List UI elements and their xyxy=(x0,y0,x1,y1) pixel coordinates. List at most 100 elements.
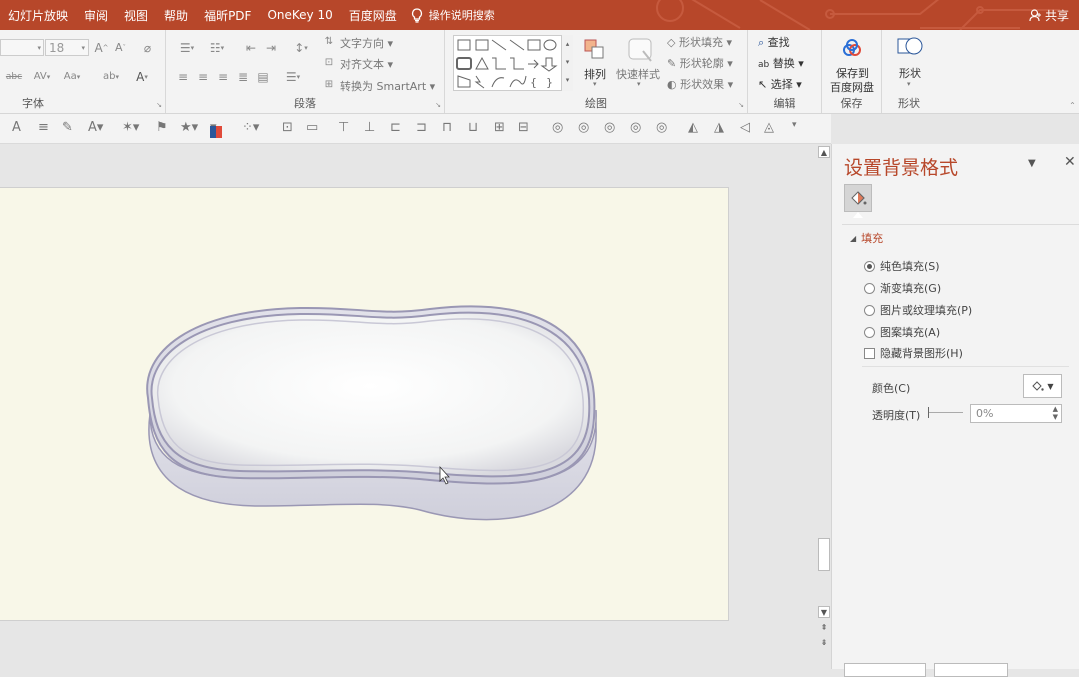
shape-outline-button[interactable]: ✎ 形状轮廓 ▾ xyxy=(667,55,733,71)
picture-fill-option[interactable]: 图片或纹理填充(P) xyxy=(864,302,972,318)
line-spacing-icon[interactable]: ↕ ▾ xyxy=(288,39,314,56)
align-left-icon[interactable]: ≡ xyxy=(174,68,192,85)
fill-tab-button[interactable] xyxy=(844,184,872,212)
share-button[interactable]: 共享 xyxy=(1029,0,1069,30)
star-icon[interactable]: ✶▾ xyxy=(122,120,139,135)
align-center-obj-icon[interactable]: ⊓ xyxy=(442,120,452,135)
spinner-icon[interactable]: ▲ ▼ xyxy=(1053,405,1058,421)
pattern-fill-option[interactable]: 图案填充(A) xyxy=(864,324,940,340)
reset-background-button[interactable] xyxy=(934,663,1008,677)
flip-v-icon[interactable]: ◮ xyxy=(714,120,724,135)
align-text-button[interactable]: 对齐文本 ▾ xyxy=(340,56,393,72)
find-button[interactable]: ⌕ 查找 xyxy=(758,34,790,50)
gradient-fill-option[interactable]: 渐变填充(G) xyxy=(864,280,941,296)
scroll-down-icon[interactable]: ▼ xyxy=(818,606,830,618)
dialog-launcher-icon[interactable]: ↘ xyxy=(155,101,163,109)
radio-gradient-fill[interactable] xyxy=(864,282,875,294)
format-painter-icon[interactable]: ✎ xyxy=(62,120,73,135)
rotate-right-icon[interactable]: ◬ xyxy=(764,120,774,135)
merge-subtract-icon[interactable]: ◎ xyxy=(656,120,667,135)
decrease-indent-icon[interactable]: ⇤ xyxy=(242,39,260,56)
animation-icon[interactable]: ⚑ xyxy=(156,120,168,135)
shape-fill-button[interactable]: ◇ 形状填充 ▾ xyxy=(667,34,732,50)
font-color-button[interactable]: A ▾ xyxy=(130,68,154,85)
align-icon[interactable]: ≡ xyxy=(38,120,49,135)
shape-effects-button[interactable]: ◐ 形状效果 ▾ xyxy=(667,76,733,92)
tab-onekey[interactable]: OneKey 10 xyxy=(259,8,340,22)
merge-union-icon[interactable]: ◎ xyxy=(552,120,563,135)
group-icon[interactable]: ⊟ xyxy=(518,120,529,135)
distribute-h-icon[interactable]: ⊔ xyxy=(468,120,478,135)
merge-combine-icon[interactable]: ◎ xyxy=(578,120,589,135)
shapes-button[interactable]: 形状 xyxy=(899,65,921,81)
numbering-icon[interactable]: ☷ ▾ xyxy=(204,39,230,56)
change-case-button[interactable]: Aa ▾ xyxy=(60,68,84,85)
apply-to-all-button[interactable] xyxy=(844,663,926,677)
smartart-button[interactable]: 转换为 SmartArt ▾ xyxy=(340,78,435,94)
text-effect-icon[interactable]: A▾ xyxy=(88,120,103,135)
highlight-icon[interactable]: ab ▾ xyxy=(98,68,124,85)
hide-background-checkbox[interactable] xyxy=(864,347,875,359)
star-fill-icon[interactable]: ★▾ xyxy=(180,120,198,135)
color-block-icon[interactable]: ▾ xyxy=(210,120,222,138)
scroll-up-icon[interactable]: ▲ xyxy=(818,146,830,158)
tab-slideshow[interactable]: 幻灯片放映 xyxy=(0,7,76,24)
increase-indent-icon[interactable]: ⇥ xyxy=(262,39,280,56)
color-picker-button[interactable]: ▼ xyxy=(1023,374,1062,398)
tab-baidu-netdisk[interactable]: 百度网盘 xyxy=(341,7,405,24)
scatter-icon[interactable]: ⁘▾ xyxy=(242,120,259,135)
grow-font-button[interactable]: A ^ xyxy=(94,39,109,56)
fill-section-header[interactable]: ◢ 填充 xyxy=(850,230,883,246)
more-tools-icon[interactable]: ▾ xyxy=(792,120,797,130)
collapse-ribbon-icon[interactable]: ⌃ xyxy=(1068,101,1077,110)
close-icon[interactable]: ✕ xyxy=(1064,154,1076,170)
solid-fill-option[interactable]: 纯色填充(S) xyxy=(864,258,940,274)
dialog-launcher-icon[interactable]: ↘ xyxy=(434,101,442,109)
strikethrough-button[interactable]: abc xyxy=(0,68,28,85)
vertical-scrollbar[interactable]: ▲ ▼ ⇞ ⇟ xyxy=(817,144,831,669)
flip-h-icon[interactable]: ◭ xyxy=(688,120,698,135)
transparency-input[interactable]: 0% ▲ ▼ xyxy=(970,404,1062,423)
justify-icon[interactable]: ≣ xyxy=(234,68,252,85)
bullets-icon[interactable]: ☰ ▾ xyxy=(174,39,200,56)
text-direction-button[interactable]: 文字方向 ▾ xyxy=(340,35,393,51)
shrink-font-button[interactable]: Aˇ xyxy=(113,39,128,56)
columns-icon[interactable]: ☰ ▾ xyxy=(280,68,306,85)
gallery-scroll[interactable]: ▴ ▾ ▾ xyxy=(561,35,573,91)
presenter-icon[interactable]: ⊡ xyxy=(282,120,293,135)
next-slide-icon[interactable]: ⇟ xyxy=(818,637,830,649)
tab-foxit-pdf[interactable]: 福昕PDF xyxy=(196,7,259,24)
italic-a-icon[interactable]: A xyxy=(12,120,21,135)
replace-button[interactable]: ab 替换 ▾ xyxy=(758,55,804,71)
tab-review[interactable]: 审阅 xyxy=(76,7,116,24)
scroll-thumb[interactable] xyxy=(818,538,830,571)
merge-intersect-icon[interactable]: ◎ xyxy=(630,120,641,135)
align-right-obj-icon[interactable]: ⊐ xyxy=(416,120,427,135)
tab-view[interactable]: 视图 xyxy=(116,7,156,24)
rotate-left-icon[interactable]: ◁ xyxy=(740,120,750,135)
align-center-icon[interactable]: ≡ xyxy=(194,68,212,85)
distributed-icon[interactable]: ▤ xyxy=(254,68,272,85)
align-top-icon[interactable]: ⊤ xyxy=(338,120,349,135)
shapes-gallery[interactable]: { } xyxy=(453,35,573,91)
align-left-obj-icon[interactable]: ⊏ xyxy=(390,120,401,135)
font-name-dropdown[interactable]: ▾ xyxy=(0,39,44,56)
distribute-v-icon[interactable]: ⊞ xyxy=(494,120,505,135)
pane-options-icon[interactable]: ▼ xyxy=(1028,158,1036,169)
transparency-slider[interactable] xyxy=(928,407,963,418)
char-spacing-button[interactable]: AV ▾ xyxy=(30,68,54,85)
radio-pattern-fill[interactable] xyxy=(864,326,875,338)
clear-format-icon[interactable]: ⌀ xyxy=(139,39,156,56)
prev-slide-icon[interactable]: ⇞ xyxy=(818,622,830,634)
align-middle-icon[interactable]: ⊥ xyxy=(364,120,375,135)
rounded-tray-shape[interactable] xyxy=(0,188,729,622)
merge-fragment-icon[interactable]: ◎ xyxy=(604,120,615,135)
align-right-icon[interactable]: ≡ xyxy=(214,68,232,85)
tab-help[interactable]: 帮助 xyxy=(156,7,196,24)
slide-canvas[interactable] xyxy=(0,187,729,621)
hide-background-option[interactable]: 隐藏背景图形(H) xyxy=(864,345,963,361)
radio-picture-fill[interactable] xyxy=(864,304,875,316)
save-to-line2[interactable]: 百度网盘 xyxy=(830,79,874,95)
comment-icon[interactable]: ▭ xyxy=(306,120,318,135)
select-button[interactable]: ↖ 选择 ▾ xyxy=(758,76,802,92)
